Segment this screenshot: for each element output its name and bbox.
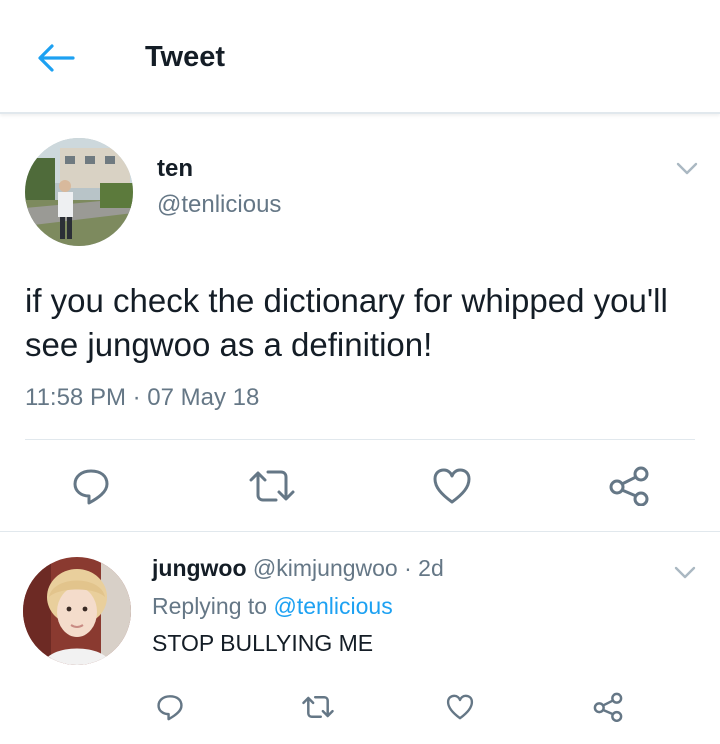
back-button[interactable] (32, 38, 80, 78)
tweet-date: 07 May 18 (147, 384, 260, 411)
back-arrow-icon (38, 44, 75, 72)
share-button[interactable] (604, 464, 654, 508)
replying-to-line: Replying to @tenlicious (152, 593, 393, 620)
tweet-time: 11:58 PM (25, 384, 126, 411)
reply-retweet-button[interactable] (298, 689, 338, 725)
retweet-button[interactable] (245, 464, 299, 508)
replying-to-label: Replying to (152, 593, 274, 619)
reply-avatar[interactable] (23, 557, 131, 665)
page-title: Tweet (145, 41, 226, 73)
reply-avatar-photo (23, 557, 131, 665)
share-icon (609, 466, 649, 506)
replying-to-mention[interactable]: @tenlicious (273, 593, 392, 619)
reply-like-button[interactable] (442, 689, 478, 725)
retweet-icon (302, 696, 334, 718)
top-bar: Tweet (0, 0, 720, 114)
like-icon (433, 468, 471, 504)
avatar-photo (25, 138, 133, 246)
tweet-timestamp: 11:58 PM · 07 May 18 (25, 384, 259, 412)
author-handle[interactable]: @tenlicious (157, 191, 281, 219)
share-icon (593, 692, 623, 722)
reply-author-name[interactable]: jungwoo (152, 555, 247, 581)
retweet-icon (249, 470, 295, 502)
author-name[interactable]: ten (157, 155, 193, 183)
chevron-down-icon (674, 566, 696, 579)
reply-separator: · (404, 555, 412, 581)
divider (25, 439, 695, 440)
timestamp-separator: · (132, 384, 141, 411)
reply-age: 2d (418, 555, 444, 581)
like-icon (446, 694, 474, 720)
reply-icon (157, 695, 183, 721)
chevron-down-icon (676, 162, 698, 175)
reply-button[interactable] (66, 464, 116, 508)
reply-share-button[interactable] (590, 689, 626, 725)
reply-text: STOP BULLYING ME (152, 630, 374, 656)
like-button[interactable] (428, 464, 476, 508)
reply-author-handle[interactable]: @kimjungwoo (253, 555, 398, 581)
tweet-text: if you check the dictionary for whipped … (25, 282, 668, 363)
reply-options-button[interactable] (670, 561, 700, 585)
reply-header: jungwoo @kimjungwoo · 2d (152, 555, 444, 582)
divider (0, 531, 720, 532)
avatar[interactable] (25, 138, 133, 246)
reply-icon (73, 469, 109, 505)
reply-reply-button[interactable] (152, 689, 188, 725)
tweet-options-button[interactable] (672, 157, 702, 181)
